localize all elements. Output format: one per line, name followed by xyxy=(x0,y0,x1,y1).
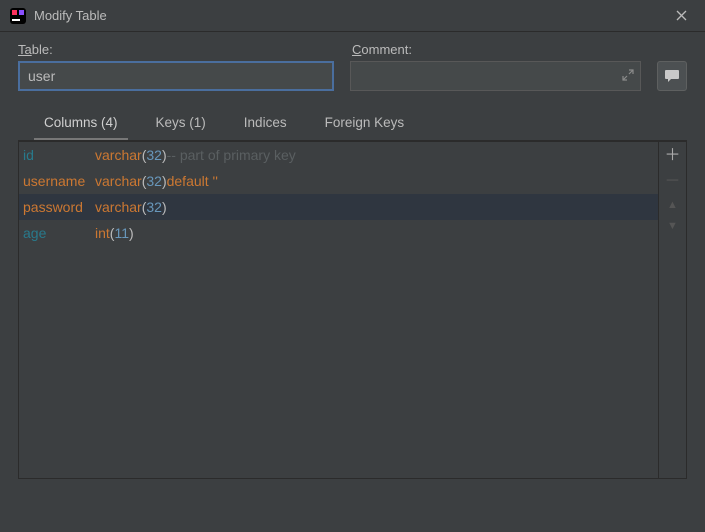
column-row[interactable]: password varchar(32) xyxy=(19,194,658,220)
column-row[interactable]: age int(11) xyxy=(19,220,658,246)
column-type: varchar xyxy=(95,147,142,163)
tab-foreign-keys[interactable]: Foreign Keys xyxy=(315,109,415,140)
column-type: varchar xyxy=(95,173,142,189)
expand-icon[interactable] xyxy=(622,69,634,84)
column-name: id xyxy=(23,147,95,163)
window-title: Modify Table xyxy=(34,8,107,23)
column-name: age xyxy=(23,225,95,241)
column-name: username xyxy=(23,173,95,189)
move-down-button[interactable]: ▼ xyxy=(667,221,678,232)
comment-label: Comment: xyxy=(352,42,687,57)
column-size: 32 xyxy=(146,147,162,163)
column-name: password xyxy=(23,199,95,215)
remove-button[interactable]: － xyxy=(664,174,680,190)
column-type: varchar xyxy=(95,199,142,215)
column-row[interactable]: id varchar(32) -- part of primary key xyxy=(19,142,658,168)
tab-indices[interactable]: Indices xyxy=(234,109,297,140)
titlebar: Modify Table xyxy=(0,0,705,32)
column-type: int xyxy=(95,225,110,241)
comment-button[interactable] xyxy=(657,61,687,91)
list-toolbar: ＋ － ▲ ▼ xyxy=(658,142,686,478)
column-default: default '' xyxy=(167,173,218,189)
table-label: Table: xyxy=(18,42,334,57)
column-hint: -- part of primary key xyxy=(167,147,296,163)
comment-input[interactable] xyxy=(350,61,641,91)
tabs: Columns (4) Keys (1) Indices Foreign Key… xyxy=(18,109,687,141)
move-up-button[interactable]: ▲ xyxy=(667,200,678,211)
column-size: 11 xyxy=(114,225,129,241)
column-size: 32 xyxy=(146,199,162,215)
add-button[interactable]: ＋ xyxy=(664,148,680,164)
tab-columns[interactable]: Columns (4) xyxy=(34,109,128,140)
column-row[interactable]: username varchar(32) default '' xyxy=(19,168,658,194)
table-name-input[interactable] xyxy=(18,61,334,91)
columns-list: id varchar(32) -- part of primary key us… xyxy=(19,142,658,478)
app-icon xyxy=(10,8,26,24)
close-icon[interactable] xyxy=(668,4,695,28)
tab-keys[interactable]: Keys (1) xyxy=(146,109,216,140)
column-size: 32 xyxy=(146,173,162,189)
